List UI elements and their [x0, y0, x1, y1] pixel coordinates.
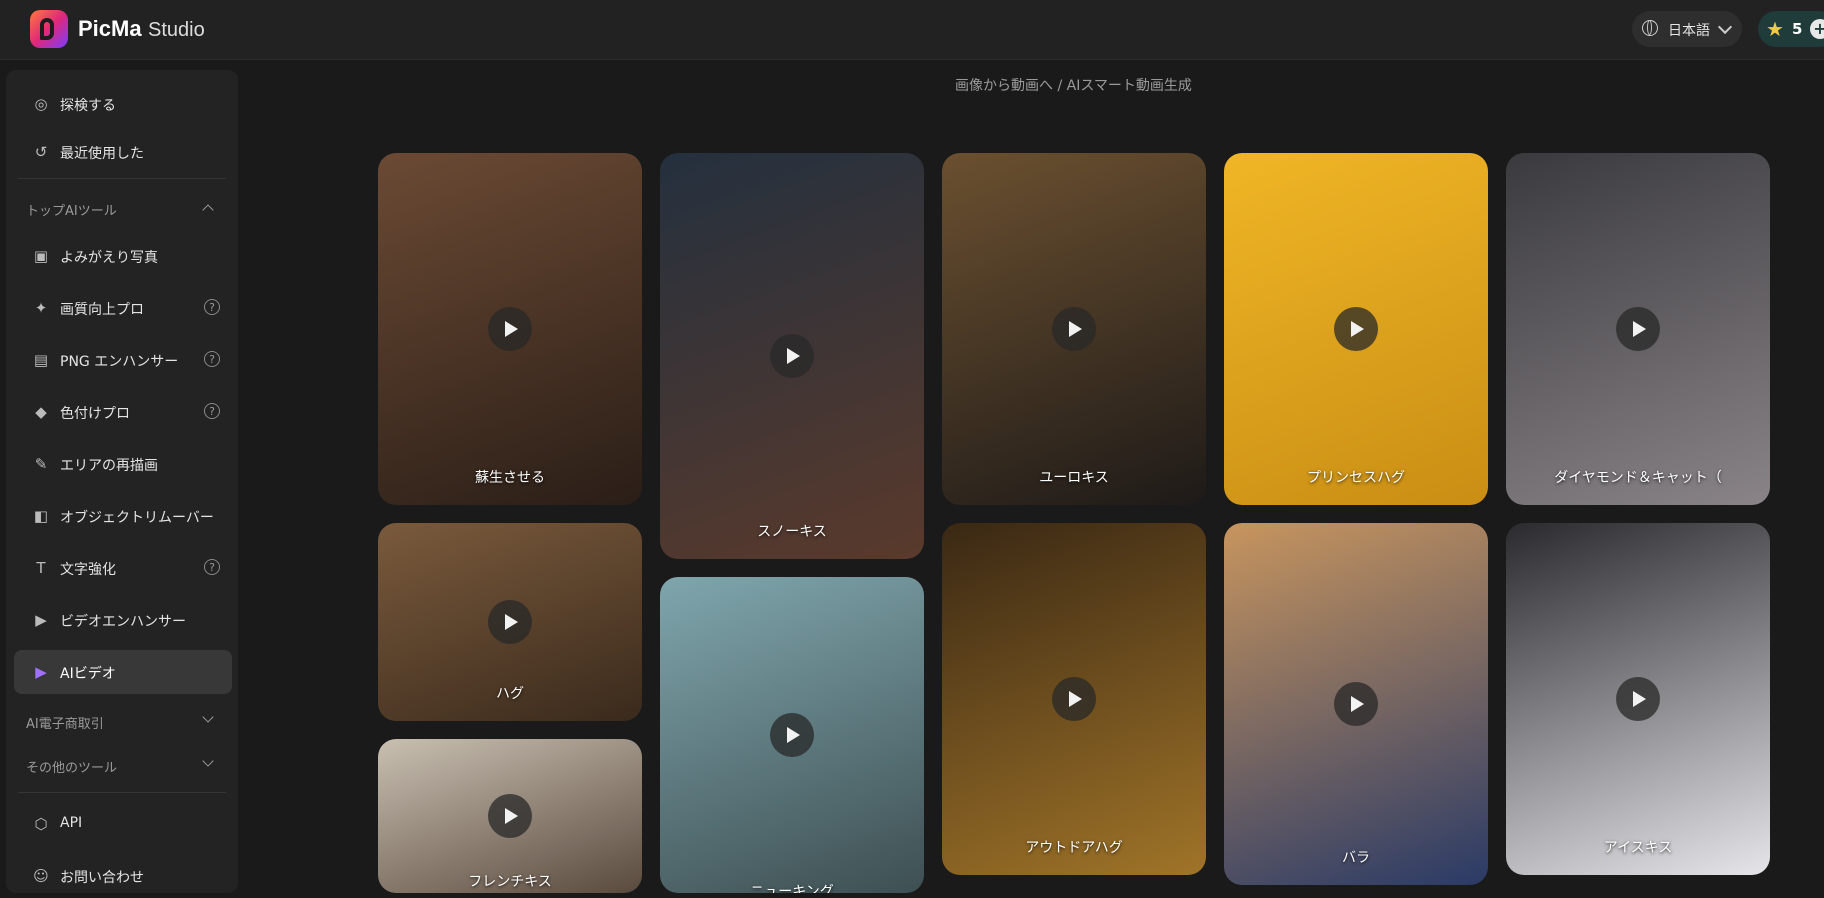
card-title: プリンセスハグ — [1307, 470, 1405, 486]
card-title: ユーロキス — [1039, 470, 1109, 486]
png-icon: ▤ — [33, 351, 49, 369]
language-selector[interactable]: 日本語 — [1632, 11, 1742, 47]
sidebar-item-api[interactable]: ⬡ API — [14, 802, 232, 846]
sidebar-item-label: 画質向上プロ — [60, 302, 144, 318]
language-label: 日本語 — [1668, 23, 1710, 39]
breadcrumb: 画像から動画へ / AIスマート動画生成 — [955, 78, 1192, 94]
card-title: ハグ — [496, 686, 524, 702]
sidebar-item-label: ビデオエンハンサー — [60, 614, 186, 630]
star-icon: ★ — [1766, 17, 1784, 41]
help-icon[interactable]: ? — [204, 351, 220, 367]
help-icon[interactable]: ? — [204, 299, 220, 315]
play-icon[interactable] — [1334, 682, 1378, 726]
sidebar-item-upscale-pro[interactable]: ✦ 画質向上プロ ? — [14, 286, 232, 330]
sidebar-item-label: PNG エンハンサー — [60, 354, 179, 370]
top-bar: PicMa Studio 日本語 ★ 5 + — [0, 0, 1824, 60]
template-card[interactable]: フレンチキス — [378, 739, 642, 893]
add-credits-icon[interactable]: + — [1810, 19, 1824, 39]
play-icon[interactable] — [1334, 307, 1378, 351]
sidebar-item-video-enhancer[interactable]: ▶ ビデオエンハンサー — [14, 598, 232, 642]
sidebar-item-object-remover[interactable]: ◧ オブジェクトリムーバー — [14, 494, 232, 538]
template-card[interactable]: バラ — [1224, 523, 1488, 885]
play-icon[interactable] — [770, 713, 814, 757]
sidebar-item-revive-photo[interactable]: ▣ よみがえり写真 — [14, 234, 232, 278]
chevron-up-icon[interactable] — [202, 204, 214, 216]
play-icon[interactable] — [770, 334, 814, 378]
sidebar-item-label: 文字強化 — [60, 562, 116, 578]
brand-sub: Studio — [148, 19, 205, 41]
template-card[interactable]: 蘇生させる — [378, 153, 642, 505]
divider — [18, 178, 226, 179]
credits-count: 5 — [1792, 20, 1803, 38]
ai-video-icon: ▶ — [35, 663, 47, 681]
play-icon[interactable] — [1052, 677, 1096, 721]
chevron-down-icon[interactable] — [202, 755, 214, 767]
sidebar-item-text-enhance[interactable]: T 文字強化 ? — [14, 546, 232, 590]
sidebar-item-label: AIビデオ — [60, 666, 116, 682]
play-icon[interactable] — [1052, 307, 1096, 351]
sidebar-item-inpaint[interactable]: ✎ エリアの再描画 — [14, 442, 232, 486]
api-icon: ⬡ — [34, 815, 48, 833]
planet-icon: ◎ — [34, 95, 48, 113]
card-title: スノーキス — [757, 524, 827, 540]
template-card[interactable]: ユーロキス — [942, 153, 1206, 505]
template-card[interactable]: ダイヤモンド＆キャット（ — [1506, 153, 1770, 505]
video-enhance-icon: ▶ — [35, 611, 47, 629]
card-title: バラ — [1342, 850, 1370, 866]
section-other-tools[interactable]: その他のツール — [26, 757, 117, 776]
eraser-icon: ◧ — [33, 507, 49, 525]
card-title: ダイヤモンド＆キャット（ — [1554, 470, 1722, 486]
card-title: アイスキス — [1603, 840, 1673, 856]
sidebar-item-ai-video[interactable]: ▶ AIビデオ — [14, 650, 232, 694]
template-card[interactable]: アイスキス — [1506, 523, 1770, 875]
sidebar-item-label: 探検する — [60, 98, 116, 114]
sidebar-item-colorize-pro[interactable]: ◆ 色付けプロ ? — [14, 390, 232, 434]
history-icon: ↺ — [34, 143, 48, 161]
play-icon[interactable] — [1616, 307, 1660, 351]
section-ai-ecommerce[interactable]: AI電子商取引 — [26, 713, 104, 732]
play-icon[interactable] — [488, 600, 532, 644]
sidebar-item-label: API — [60, 815, 83, 831]
template-card[interactable]: ニューキング — [660, 577, 924, 893]
brand-name[interactable]: PicMa — [78, 16, 142, 42]
template-card[interactable]: スノーキス — [660, 153, 924, 559]
template-card[interactable]: ハグ — [378, 523, 642, 721]
sidebar-item-label: オブジェクトリムーバー — [60, 510, 214, 526]
sidebar-item-label: よみがえり写真 — [60, 250, 158, 266]
divider — [18, 792, 226, 793]
globe-icon — [1642, 20, 1658, 36]
sidebar-item-recent[interactable]: ↺ 最近使用した — [14, 130, 232, 174]
card-title: アウトドアハグ — [1025, 840, 1123, 856]
card-title: 蘇生させる — [475, 470, 545, 486]
chevron-down-icon — [1717, 19, 1733, 35]
play-icon[interactable] — [488, 794, 532, 838]
brush-icon: ✎ — [34, 455, 48, 473]
sidebar-item-label: 最近使用した — [60, 146, 144, 162]
chevron-down-icon[interactable] — [202, 711, 214, 723]
sidebar-item-label: 色付けプロ — [60, 406, 130, 422]
card-title: フレンチキス — [468, 874, 552, 890]
sidebar-item-label: エリアの再描画 — [60, 458, 158, 474]
sparkle-icon: ✦ — [34, 299, 48, 317]
template-card[interactable]: アウトドアハグ — [942, 523, 1206, 875]
credits-badge[interactable]: ★ 5 + — [1758, 11, 1824, 47]
play-icon[interactable] — [1616, 677, 1660, 721]
section-top-ai-tools[interactable]: トップAIツール — [26, 200, 117, 219]
chat-icon: ☺ — [33, 867, 49, 885]
photo-restore-icon: ▣ — [33, 247, 49, 265]
card-title: ニューキング — [750, 884, 834, 893]
picma-logo-icon[interactable] — [30, 10, 68, 48]
sidebar-item-explore[interactable]: ◎ 探検する — [14, 82, 232, 126]
play-icon[interactable] — [488, 307, 532, 351]
help-icon[interactable]: ? — [204, 559, 220, 575]
sidebar-item-label: お問い合わせ — [60, 870, 144, 886]
template-card[interactable]: プリンセスハグ — [1224, 153, 1488, 505]
help-icon[interactable]: ? — [204, 403, 220, 419]
text-box-icon: T — [36, 559, 46, 577]
sidebar: ◎ 探検する ↺ 最近使用した トップAIツール ▣ よみがえり写真 ✦ 画質向… — [6, 70, 238, 893]
sidebar-item-contact[interactable]: ☺ お問い合わせ — [14, 854, 232, 898]
paint-bucket-icon: ◆ — [35, 403, 47, 421]
sidebar-item-png-enhancer[interactable]: ▤ PNG エンハンサー ? — [14, 338, 232, 382]
